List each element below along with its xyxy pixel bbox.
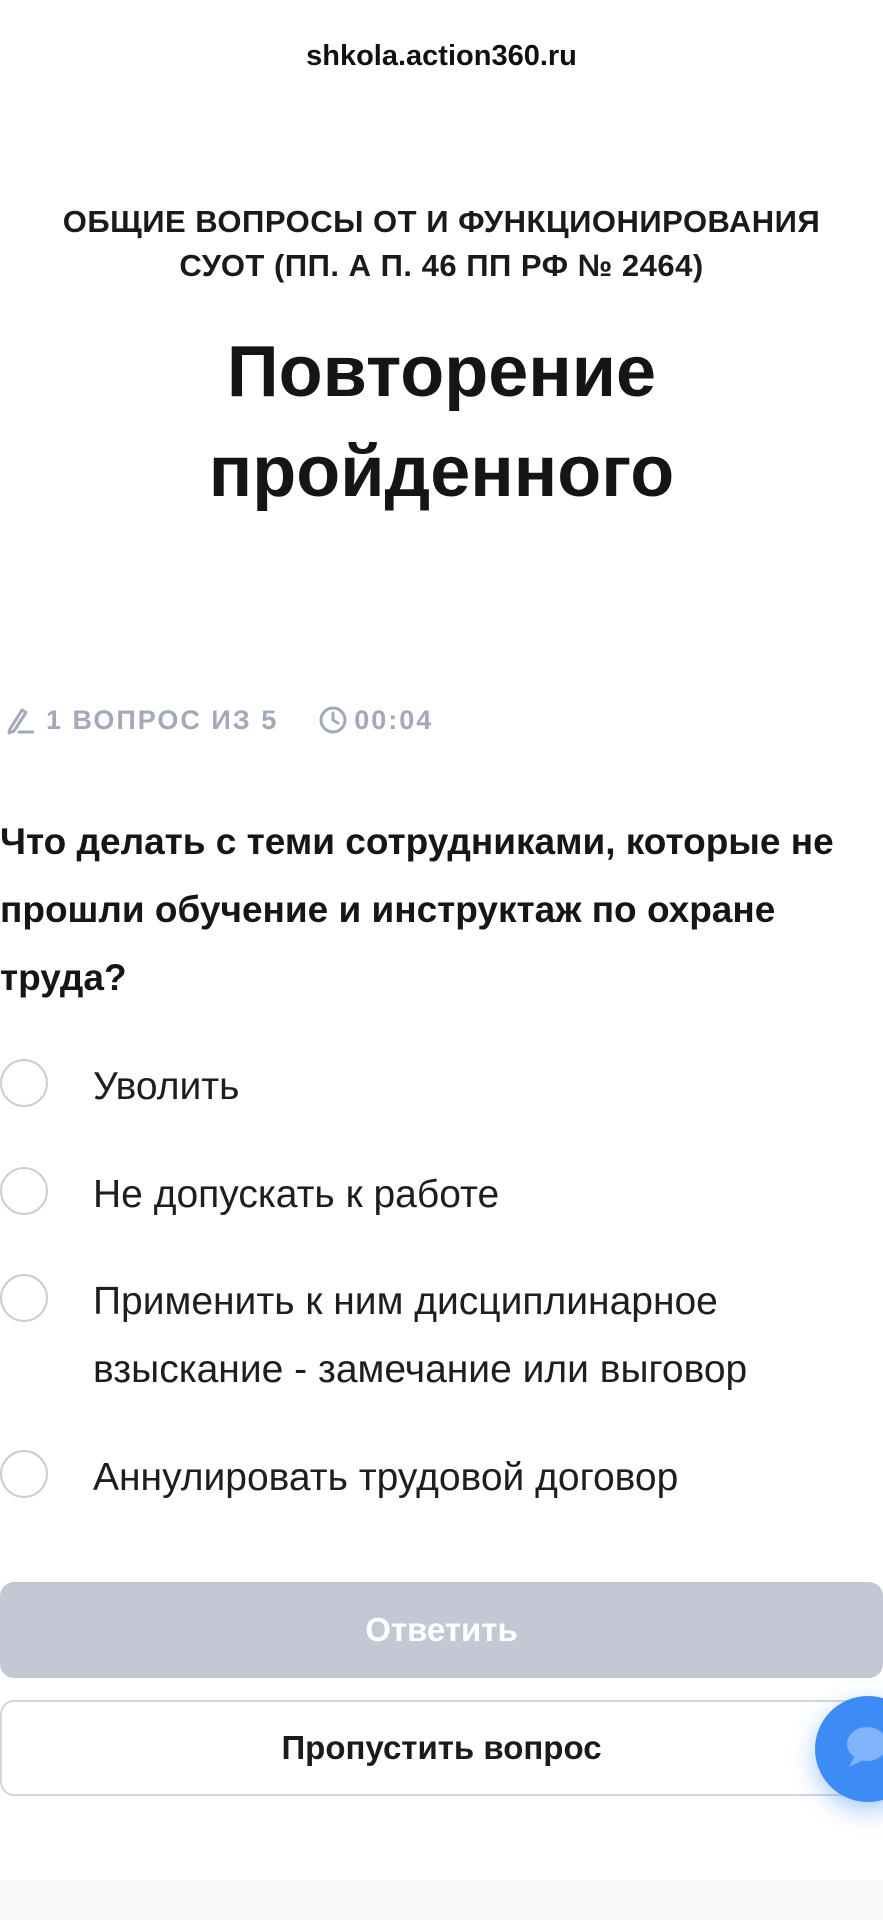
radio-button[interactable] — [0, 1274, 48, 1322]
timer: 00:04 — [318, 705, 433, 736]
answer-button[interactable]: Ответить — [0, 1582, 883, 1678]
lesson-title: Повторение пройденного — [208, 332, 675, 512]
question-counter: 1 ВОПРОС ИЗ 5 — [6, 705, 278, 736]
radio-button[interactable] — [0, 1167, 48, 1215]
timer-text: 00:04 — [354, 704, 434, 735]
answer-option-label[interactable]: Аннулировать трудовой договор — [93, 1444, 873, 1512]
answer-option-label[interactable]: Уволить — [93, 1053, 873, 1121]
answer-option-label[interactable]: Применить к ним дисциплинарное взыскание… — [93, 1268, 873, 1404]
quiz-meta: 1 ВОПРОС ИЗ 5 00:04 — [6, 700, 433, 740]
answer-option-label[interactable]: Не допускать к работе — [93, 1161, 873, 1229]
radio-button[interactable] — [0, 1450, 48, 1498]
skip-question-button[interactable]: Пропустить вопрос — [0, 1700, 883, 1796]
course-title: ОБЩИЕ ВОПРОСЫ ОТ И ФУНКЦИОНИРОВАНИЯ СУОТ… — [62, 204, 821, 283]
browser-url[interactable]: shkola.action360.ru — [0, 40, 883, 73]
bottom-bar — [0, 1880, 883, 1920]
pencil-icon — [6, 705, 34, 735]
clock-icon — [318, 705, 348, 735]
question-counter-text: 1 ВОПРОС ИЗ 5 — [46, 704, 279, 735]
radio-button[interactable] — [0, 1059, 48, 1107]
chat-bubble-icon — [845, 1725, 883, 1774]
question-text: Что делать с теми сотрудниками, которые … — [0, 821, 834, 998]
